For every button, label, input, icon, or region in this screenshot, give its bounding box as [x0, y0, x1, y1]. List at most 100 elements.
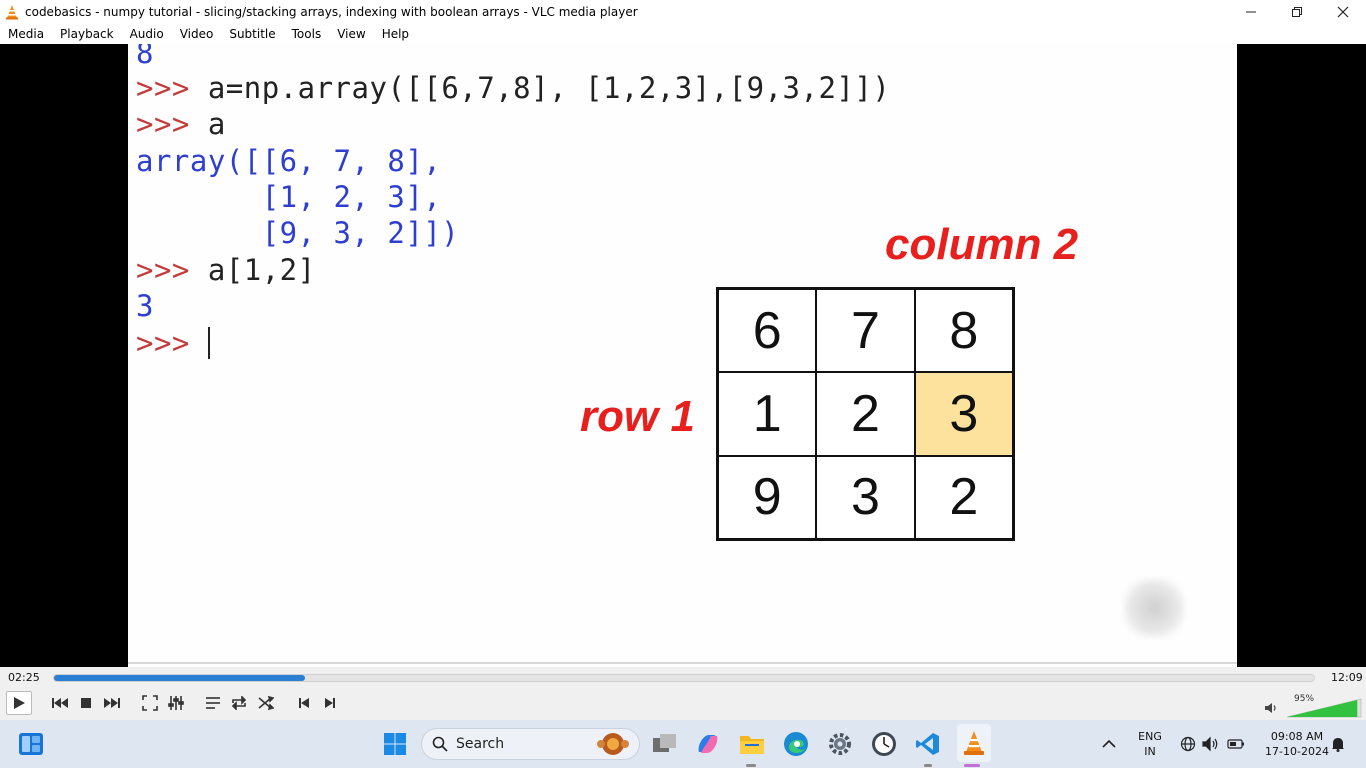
next-icon — [325, 698, 335, 708]
seek-progress — [54, 675, 305, 681]
notifications-button[interactable] — [1328, 730, 1348, 758]
volume-status[interactable] — [1201, 730, 1221, 758]
previous-icon — [299, 698, 309, 708]
play-button[interactable] — [6, 691, 32, 715]
chevron-up-icon — [1102, 739, 1116, 748]
skip-forward-icon — [104, 698, 120, 708]
code-line: array([[6, 7, 8], — [136, 144, 442, 178]
frame-divider — [128, 662, 1237, 664]
active-app-indicator — [964, 764, 980, 767]
folder-icon — [740, 736, 764, 754]
vscode-button[interactable] — [914, 730, 942, 758]
code-line: >>> a — [136, 107, 226, 141]
region-code: IN — [1144, 745, 1156, 758]
edge-button[interactable] — [782, 730, 810, 758]
matrix-cell: 6 — [718, 289, 817, 373]
restore-button[interactable] — [1274, 0, 1320, 23]
windows-icon — [384, 733, 406, 755]
title-bar: codebasics - numpy tutorial - slicing/st… — [0, 0, 1366, 23]
menu-media[interactable]: Media — [0, 27, 52, 41]
matrix-cell: 9 — [718, 455, 817, 539]
language-indicator[interactable]: ENG IN — [1132, 729, 1168, 759]
menu-playback[interactable]: Playback — [52, 27, 122, 41]
equalizer-icon — [168, 696, 184, 710]
gear-icon — [829, 733, 851, 755]
menu-audio[interactable]: Audio — [122, 27, 172, 41]
play-icon — [14, 697, 25, 709]
start-button[interactable] — [381, 730, 409, 758]
copilot-button[interactable] — [694, 730, 722, 758]
menu-bar: Media Playback Audio Video Subtitle Tool… — [0, 23, 1366, 44]
matrix-cell: 8 — [914, 289, 1013, 373]
previous-chapter-button[interactable] — [49, 692, 71, 714]
copilot-icon — [698, 735, 718, 753]
text-cursor — [207, 327, 210, 359]
vlc-icon — [964, 731, 984, 755]
skip-back-icon — [52, 698, 68, 708]
menu-view[interactable]: View — [329, 27, 373, 41]
menu-subtitle[interactable]: Subtitle — [221, 27, 283, 41]
running-indicator — [746, 764, 756, 767]
matrix-cell: 2 — [914, 455, 1013, 539]
code-line: 8 — [136, 44, 154, 70]
clock-app-button[interactable] — [870, 730, 898, 758]
video-area[interactable]: 8 >>> a=np.array([[6,7,8], [1,2,3],[9,3,… — [0, 44, 1366, 667]
shuffle-button[interactable] — [255, 692, 277, 714]
loop-button[interactable] — [228, 692, 250, 714]
column-label: column 2 — [885, 220, 1079, 269]
menu-video[interactable]: Video — [172, 27, 222, 41]
edge-icon — [784, 732, 808, 756]
clock-icon — [872, 732, 896, 756]
language-code: ENG — [1138, 730, 1162, 743]
next-frame-button[interactable] — [319, 692, 341, 714]
extended-settings-button[interactable] — [165, 692, 187, 714]
window-title: codebasics - numpy tutorial - slicing/st… — [25, 4, 638, 19]
volume-icon — [1202, 736, 1218, 752]
show-hidden-icons-button[interactable] — [1097, 730, 1121, 758]
battery-status[interactable] — [1225, 730, 1247, 758]
search-highlight-icon — [597, 733, 629, 755]
menu-help[interactable]: Help — [374, 27, 417, 41]
taskbar: Search ENG IN 09:08 AM 17-10-2024 — [0, 720, 1366, 768]
search-icon — [432, 736, 448, 752]
seek-bar[interactable] — [53, 674, 1315, 682]
matrix-cell-highlighted: 3 — [914, 372, 1013, 456]
globe-icon — [1180, 736, 1196, 752]
task-view-button[interactable] — [651, 730, 679, 758]
shuffle-icon — [258, 696, 274, 710]
task-view-icon — [653, 734, 676, 752]
code-line: [9, 3, 2]]) — [136, 216, 460, 250]
taskbar-search[interactable]: Search — [421, 728, 640, 760]
volume-slider[interactable] — [1287, 698, 1362, 718]
vlc-taskbar-button[interactable] — [957, 724, 991, 762]
vlc-icon — [6, 4, 18, 19]
matrix-cell: 3 — [816, 455, 915, 539]
menu-tools[interactable]: Tools — [284, 27, 330, 41]
stop-button[interactable] — [75, 692, 97, 714]
previous-frame-button[interactable] — [293, 692, 315, 714]
matrix-cell: 1 — [718, 372, 817, 456]
fullscreen-button[interactable] — [139, 692, 161, 714]
settings-button[interactable] — [826, 730, 854, 758]
player-controls: 02:25 12:09 95% — [0, 667, 1366, 720]
speaker-icon[interactable] — [1264, 702, 1278, 714]
total-time: 12:09 — [1331, 671, 1363, 684]
battery-icon — [1227, 739, 1244, 749]
network-status[interactable] — [1178, 730, 1198, 758]
code-line: >>> a=np.array([[6,7,8], [1,2,3],[9,3,2]… — [136, 71, 891, 105]
matrix-cell: 2 — [816, 372, 915, 456]
matrix-cell: 7 — [816, 289, 915, 373]
bell-icon — [1332, 738, 1344, 752]
fullscreen-icon — [142, 695, 158, 711]
channel-watermark — [1123, 578, 1185, 638]
next-chapter-button[interactable] — [101, 692, 123, 714]
file-explorer-button[interactable] — [738, 730, 766, 758]
code-line: [1, 2, 3], — [136, 180, 442, 214]
code-line: 3 — [136, 289, 154, 323]
playlist-button[interactable] — [202, 692, 224, 714]
widgets-button[interactable] — [17, 730, 45, 758]
close-button[interactable] — [1320, 0, 1366, 23]
minimize-button[interactable] — [1228, 0, 1274, 23]
widgets-icon — [19, 733, 43, 755]
running-indicator — [924, 764, 932, 767]
